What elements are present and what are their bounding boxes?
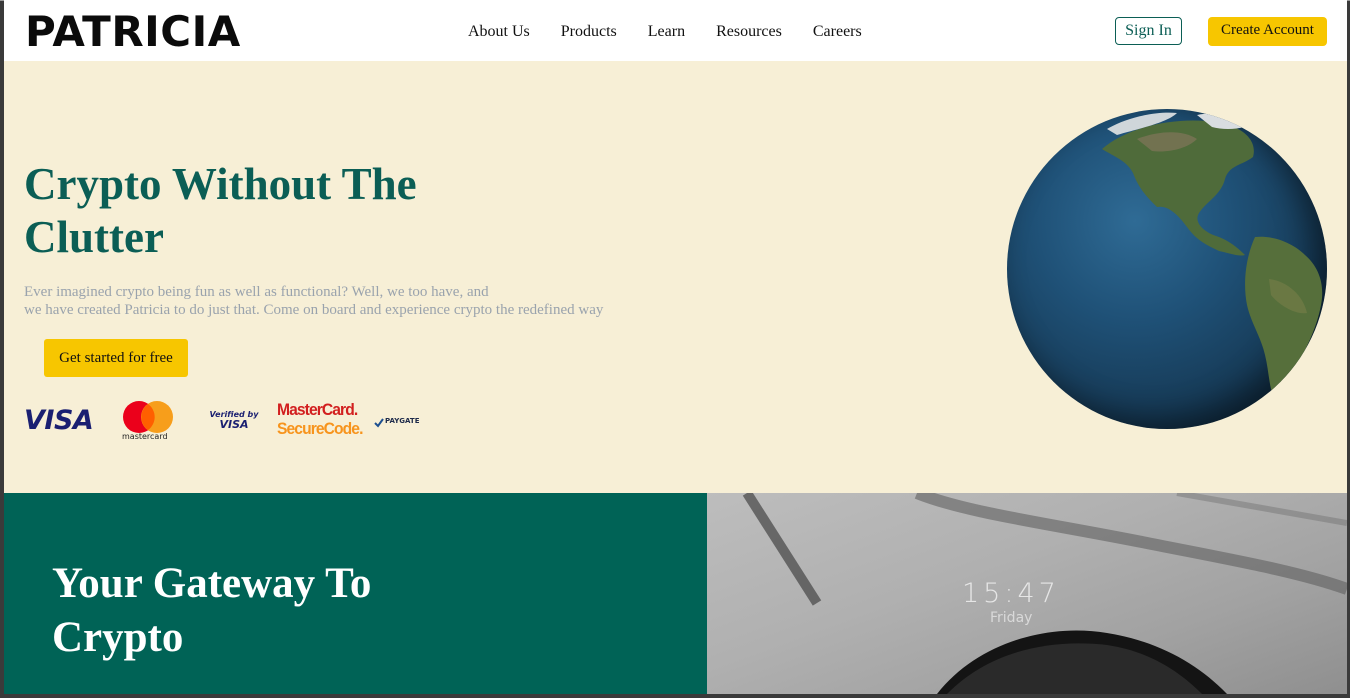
paygate-check-icon — [374, 418, 384, 428]
hero-subtitle-line-1: Ever imagined crypto being fun as well a… — [24, 284, 489, 300]
phone-clock-day: Friday — [990, 610, 1033, 626]
patricia-logo[interactable]: PATRICIA — [25, 7, 241, 57]
continents-icon — [1102, 112, 1323, 401]
securecode-top-label: MasterCard. — [277, 400, 358, 419]
nav-products[interactable]: Products — [561, 22, 617, 42]
mastercard-circles-icon — [123, 401, 173, 433]
paygate-logo: PAYGATE — [374, 416, 434, 430]
main-nav: About Us Products Learn Resources Career… — [468, 22, 893, 42]
sign-in-button[interactable]: Sign In — [1115, 17, 1182, 45]
get-started-button[interactable]: Get started for free — [44, 339, 188, 377]
nav-careers[interactable]: Careers — [813, 22, 862, 42]
nav-learn[interactable]: Learn — [648, 22, 685, 42]
verified-visa-label: VISA — [219, 418, 249, 431]
phone-photo: 15:47 Friday — [707, 493, 1347, 694]
gateway-title: Your Gateway To Crypto — [52, 560, 372, 661]
mastercard-logo: mastercard — [119, 400, 179, 448]
mastercard-securecode-logo: MasterCard. SecureCode. — [277, 400, 363, 444]
nav-about-us[interactable]: About Us — [468, 22, 530, 42]
create-account-button[interactable]: Create Account — [1208, 17, 1327, 46]
nav-resources[interactable]: Resources — [716, 22, 782, 42]
phone-clock-time: 15:47 — [962, 578, 1060, 609]
page-frame: PATRICIA About Us Products Learn Resourc… — [4, 0, 1347, 694]
securecode-bottom-label: SecureCode. — [277, 419, 363, 438]
hero-subtitle: Ever imagined crypto being fun as well a… — [24, 283, 664, 319]
earth-globe-image — [1007, 109, 1327, 429]
hero-subtitle-line-2: we have created Patricia to do just that… — [24, 302, 604, 318]
hero-title: Crypto Without The Clutter — [24, 159, 417, 262]
gateway-section: Your Gateway To Crypto — [4, 493, 707, 694]
visa-logo: VISA — [24, 405, 94, 436]
hero-section: Crypto Without The Clutter Ever imagined… — [4, 61, 1347, 493]
verified-by-visa-logo: Verified by VISA — [204, 410, 264, 438]
site-header: PATRICIA About Us Products Learn Resourc… — [4, 0, 1347, 61]
paygate-label: PAYGATE — [385, 417, 420, 425]
mastercard-label: mastercard — [122, 432, 168, 441]
